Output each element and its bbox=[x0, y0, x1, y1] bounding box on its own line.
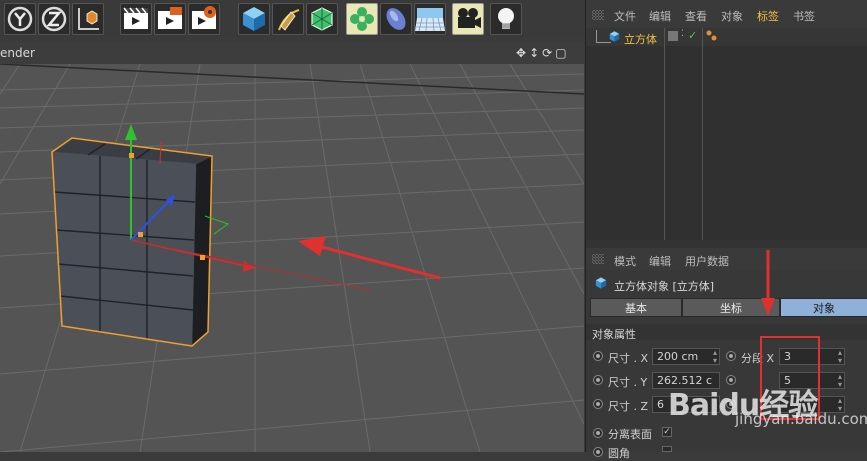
zoom-view-icon[interactable]: ↕ bbox=[529, 46, 542, 60]
cloner-button[interactable] bbox=[346, 3, 378, 35]
pen-spline-icon bbox=[278, 9, 300, 31]
fillet-label: 圆角 bbox=[608, 447, 630, 460]
cube-primitive-button[interactable] bbox=[238, 3, 270, 35]
enabled-check-icon[interactable]: ✓ bbox=[688, 29, 697, 42]
render-settings-icon bbox=[192, 6, 216, 29]
menu-file[interactable]: 文件 bbox=[614, 8, 636, 24]
y-axis-lock-button[interactable] bbox=[4, 3, 36, 35]
phong-tag-icon[interactable] bbox=[706, 30, 718, 42]
section-title: 对象属性 bbox=[592, 328, 636, 341]
coordinate-system-button[interactable] bbox=[72, 3, 104, 35]
object-manager-menu: 文件 编辑 查看 对象 标签 书签 bbox=[586, 0, 867, 28]
size-x-value: 200 cm bbox=[657, 350, 699, 363]
object-list[interactable]: 立方体 ⁚ ✓ bbox=[586, 28, 867, 240]
grip-icon-2[interactable] bbox=[592, 254, 604, 264]
subdivision-surface-button[interactable] bbox=[306, 3, 338, 35]
cube-object-icon bbox=[609, 31, 620, 42]
tab-basic[interactable]: 基本 bbox=[590, 298, 682, 317]
render-picture-viewer-button[interactable] bbox=[154, 3, 186, 35]
spinner-icon[interactable]: ▴ ▾ bbox=[838, 373, 842, 389]
size-z-value: 6 bbox=[657, 398, 664, 411]
move-view-icon[interactable]: ✥ bbox=[516, 46, 529, 60]
grip-icon[interactable] bbox=[592, 10, 604, 20]
3d-viewport[interactable] bbox=[0, 64, 584, 452]
menu-objects[interactable]: 对象 bbox=[721, 8, 743, 24]
fillet-radio[interactable] bbox=[593, 447, 603, 457]
deformer-icon bbox=[386, 8, 406, 30]
menu-tags[interactable]: 标签 bbox=[757, 8, 779, 24]
layer-icon[interactable] bbox=[668, 31, 678, 41]
cloner-icon bbox=[350, 7, 374, 31]
z-axis-lock-icon bbox=[41, 6, 67, 32]
cube-object-icon-attr bbox=[595, 277, 607, 289]
annotation-arrow-panel bbox=[761, 250, 775, 316]
menu-view[interactable]: 查看 bbox=[685, 8, 707, 24]
separate-surfaces-label: 分离表面 bbox=[608, 428, 652, 441]
floor-button[interactable] bbox=[414, 3, 446, 35]
visibility-dots-icon[interactable]: ⁚ bbox=[681, 29, 684, 39]
camera-button[interactable] bbox=[452, 3, 484, 35]
menu-bookmarks[interactable]: 书签 bbox=[793, 8, 815, 24]
column-divider-2 bbox=[702, 28, 703, 240]
object-title: 立方体对象 [立方体] bbox=[614, 280, 715, 293]
separate-surfaces-radio[interactable] bbox=[593, 428, 603, 438]
viewport-title: ender bbox=[0, 46, 35, 60]
render-picture-viewer-icon bbox=[158, 7, 182, 29]
tab-object[interactable]: 对象 bbox=[780, 298, 867, 317]
section-header: 对象属性 bbox=[586, 324, 867, 341]
size-x-input[interactable]: 200 cm ▴ ▾ bbox=[652, 348, 720, 365]
object-name[interactable]: 立方体 bbox=[624, 31, 657, 47]
floor-icon bbox=[415, 8, 445, 32]
main-toolbar bbox=[0, 0, 585, 38]
rotate-view-icon[interactable]: ⟳ bbox=[542, 46, 555, 60]
size-z-label: 尺寸 . Z bbox=[608, 400, 649, 413]
light-icon bbox=[498, 8, 514, 29]
viewport-canvas[interactable] bbox=[0, 64, 584, 452]
baidu-watermark-url: jingyan.baidu.com bbox=[735, 410, 867, 428]
column-divider bbox=[664, 28, 665, 240]
coordinate-system-icon bbox=[78, 8, 99, 30]
menu-edit[interactable]: 编辑 bbox=[649, 8, 671, 24]
viewport-nav-icons[interactable]: ✥↕⟳▢ bbox=[516, 46, 570, 60]
cube-primitive-icon bbox=[243, 7, 265, 31]
size-y-label: 尺寸 . Y bbox=[608, 376, 648, 389]
light-button[interactable] bbox=[490, 3, 522, 35]
y-axis-lock-icon bbox=[7, 6, 33, 32]
object-row[interactable]: 立方体 ⁚ ✓ bbox=[586, 28, 867, 240]
subdivision-surface-icon bbox=[311, 7, 333, 31]
size-y-animate-radio[interactable] bbox=[593, 375, 603, 385]
menu-attr-edit[interactable]: 编辑 bbox=[649, 253, 671, 269]
spinner-icon[interactable]: ▴ ▾ bbox=[713, 349, 717, 365]
viewport-header bbox=[0, 42, 584, 64]
toggle-layout-icon[interactable]: ▢ bbox=[555, 46, 569, 60]
seg-x-animate-radio[interactable] bbox=[726, 351, 736, 361]
z-axis-lock-button[interactable] bbox=[38, 3, 70, 35]
spinner-icon[interactable]: ▴ ▾ bbox=[838, 349, 842, 365]
render-settings-button[interactable] bbox=[188, 3, 220, 35]
menu-user-data[interactable]: 用户数据 bbox=[685, 253, 729, 269]
fillet-checkbox[interactable] bbox=[662, 446, 672, 452]
separate-surfaces-checkbox[interactable]: ✓ bbox=[662, 427, 672, 437]
menu-mode[interactable]: 模式 bbox=[614, 253, 636, 269]
deformer-button[interactable] bbox=[380, 3, 412, 35]
size-x-animate-radio[interactable] bbox=[593, 351, 603, 361]
attribute-menu: 模式 编辑 用户数据 bbox=[586, 248, 867, 270]
render-view-button[interactable] bbox=[120, 3, 152, 35]
size-z-animate-radio[interactable] bbox=[593, 399, 603, 409]
render-view-icon bbox=[123, 7, 148, 29]
camera-icon bbox=[458, 8, 481, 28]
size-x-label: 尺寸 . X bbox=[608, 352, 649, 365]
pen-spline-button[interactable] bbox=[272, 3, 304, 35]
